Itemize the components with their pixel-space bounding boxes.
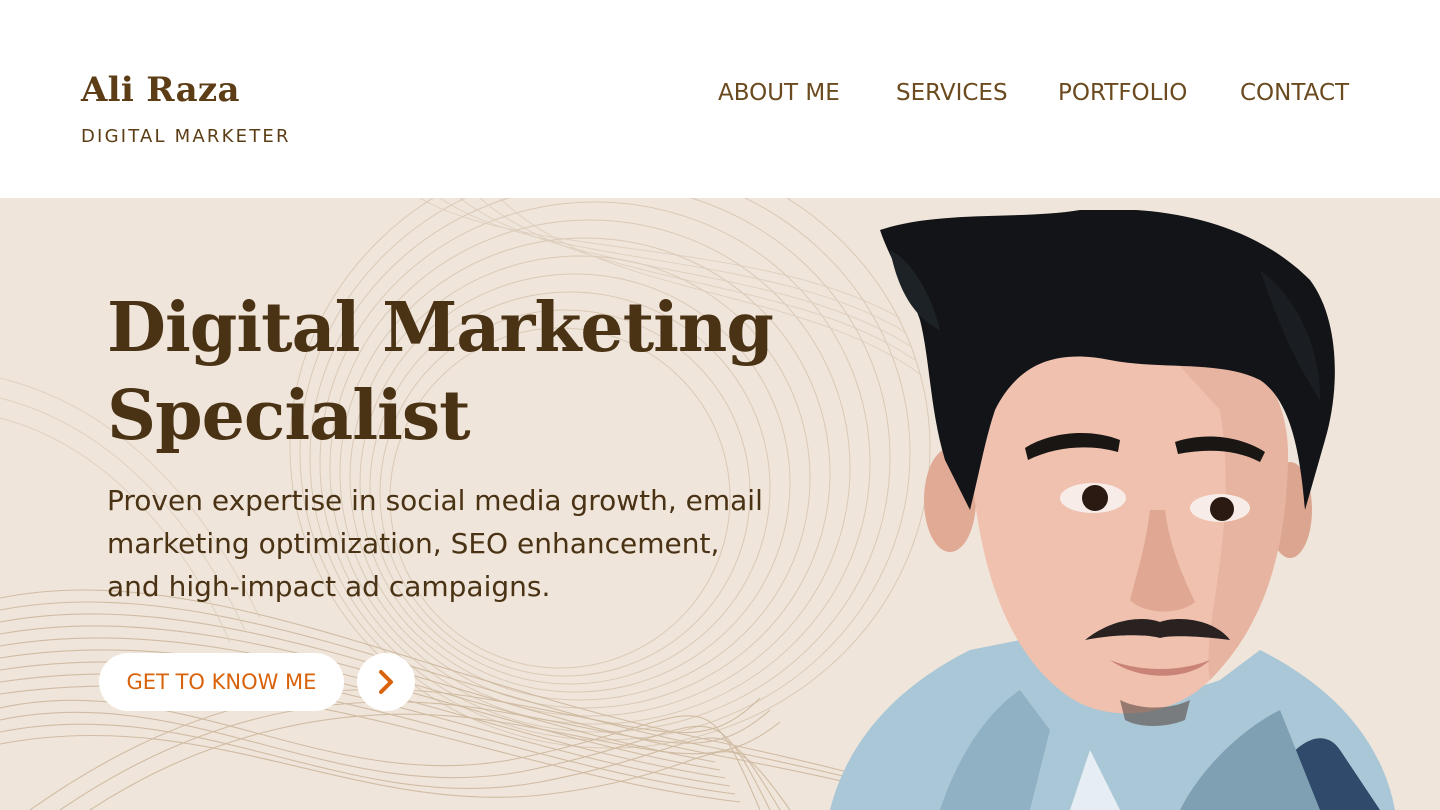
hero-subtitle-line-2: marketing optimization, SEO enhancement, (107, 527, 720, 560)
hero-subtitle-line-3: and high-impact ad campaigns. (107, 570, 551, 603)
hero-subtitle: Proven expertise in social media growth,… (107, 479, 787, 608)
nav-services[interactable]: SERVICES (896, 80, 1008, 106)
hero-section: Digital Marketing Specialist Proven expe… (0, 198, 1440, 810)
portrait-photo (830, 210, 1395, 810)
hero-subtitle-line-1: Proven expertise in social media growth,… (107, 484, 763, 517)
chevron-right-icon (379, 670, 393, 694)
brand-name[interactable]: Ali Raza (81, 70, 240, 110)
hero-title-line-1: Digital Marketing (107, 288, 774, 368)
get-to-know-me-button[interactable]: GET TO KNOW ME (99, 653, 344, 711)
nav-contact[interactable]: CONTACT (1240, 80, 1349, 106)
nav-about-me[interactable]: ABOUT ME (718, 80, 840, 106)
hero-title: Digital Marketing Specialist (107, 284, 827, 460)
site-header: Ali Raza DIGITAL MARKETER ABOUT ME SERVI… (0, 0, 1440, 198)
cta-arrow-button[interactable] (357, 653, 415, 711)
nav-portfolio[interactable]: PORTFOLIO (1058, 80, 1187, 106)
hero-title-line-2: Specialist (107, 376, 471, 456)
brand-tagline: DIGITAL MARKETER (81, 126, 291, 147)
